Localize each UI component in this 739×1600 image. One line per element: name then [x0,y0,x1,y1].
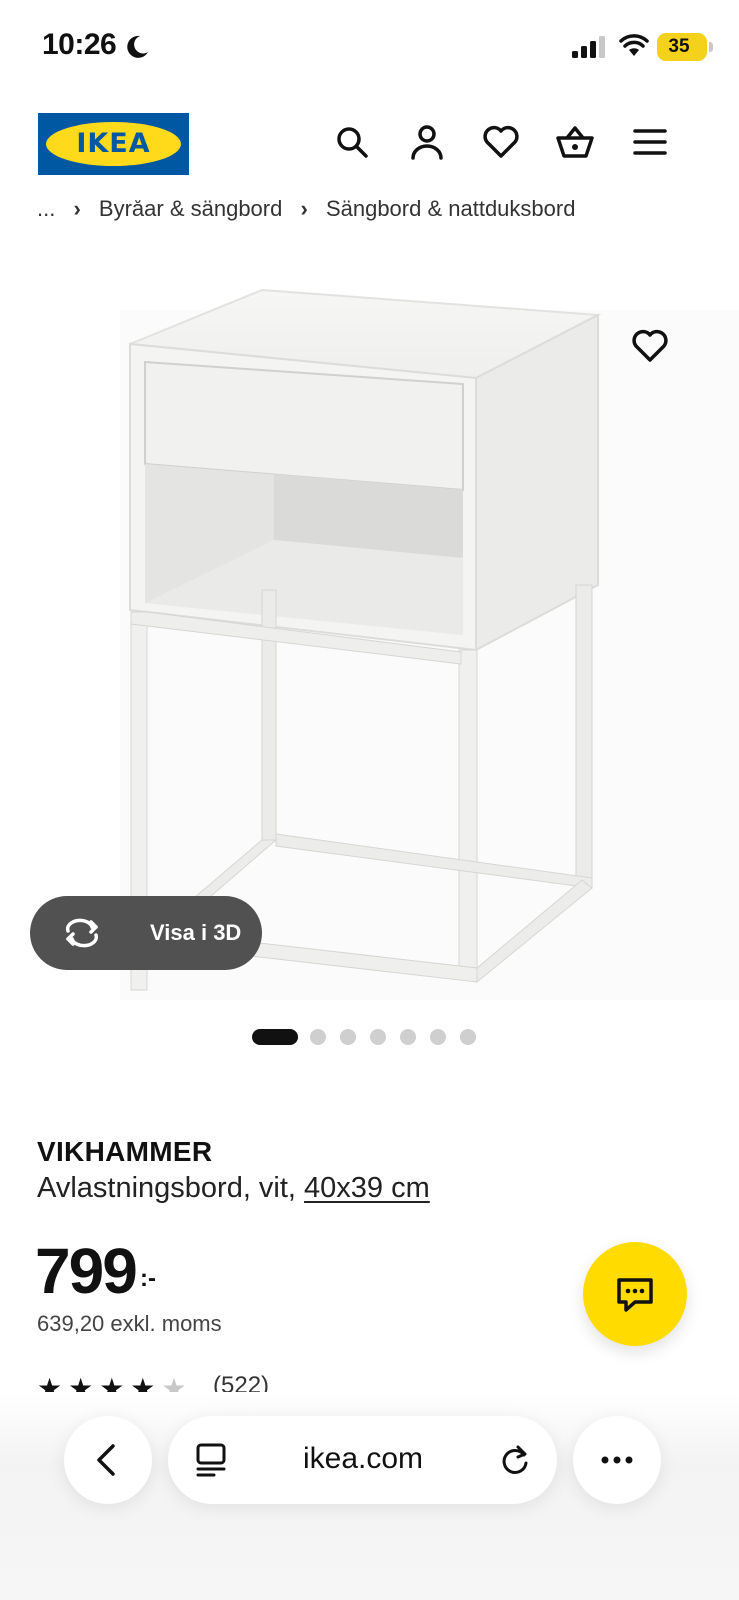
chat-bubble-icon [617,1278,653,1312]
chat-button[interactable] [583,1242,687,1346]
product-price: 799 [35,1235,138,1307]
cellular-signal-icon [572,36,605,58]
add-to-favorites-button[interactable] [630,326,670,366]
rating-row[interactable]: ★★★★★ (522) [37,1370,437,1392]
status-time: 10:26 [42,28,117,61]
price-suffix: :- [140,1265,156,1292]
carousel-dot[interactable] [340,1029,356,1045]
carousel-dot[interactable] [310,1029,326,1045]
browser-back-button[interactable] [64,1416,152,1504]
heart-icon [632,329,668,362]
page-menu-icon[interactable] [194,1442,228,1478]
product-type: Avlastningsbord, vit, [37,1172,305,1204]
breadcrumb-item-dressers[interactable]: Byråar & sängbord [99,200,282,222]
shopping-basket-icon[interactable] [555,122,595,162]
view-in-3d-button[interactable]: Visa i 3D [30,896,262,970]
wifi-icon [619,34,649,56]
view-in-3d-label: Visa i 3D [150,920,242,945]
review-count: (522) [213,1372,270,1392]
carousel-dot-active[interactable] [252,1029,298,1045]
product-name: VIKHAMMER [37,1136,213,1167]
chevron-right-icon: › [300,200,308,221]
carousel-dot[interactable] [430,1029,446,1045]
breadcrumb-ellipsis[interactable]: ... [37,200,55,222]
battery-level: 35 [668,36,690,57]
chevron-left-icon [97,1444,115,1476]
more-dots-icon [601,1456,633,1464]
product-size-link[interactable]: 40x39 cm [304,1172,430,1204]
star-rating-icon: ★★★★★ [37,1373,193,1392]
chevron-right-icon: › [73,200,81,221]
reload-icon[interactable] [498,1443,532,1477]
carousel-dot[interactable] [460,1029,476,1045]
carousel-dot[interactable] [370,1029,386,1045]
image-carousel-indicator [252,1029,492,1045]
menu-icon[interactable] [630,122,670,162]
rotate-3d-icon [65,918,99,948]
price-excluding-vat: 639,20 exkl. moms [37,1311,222,1336]
address-bar[interactable]: ikea.com [168,1416,557,1504]
account-icon[interactable] [407,122,447,162]
url-text: ikea.com [302,1442,424,1475]
moon-icon [127,35,148,58]
carousel-dot[interactable] [400,1029,416,1045]
product-description: Avlastningsbord, vit, 40x39 cm [37,1172,430,1205]
heart-icon[interactable] [481,122,521,162]
more-options-button[interactable] [573,1416,661,1504]
search-icon[interactable] [332,122,372,162]
logo-text: IKEA [76,128,151,159]
ikea-logo[interactable]: IKEA [38,113,189,175]
breadcrumb-item-bedside-tables[interactable]: Sängbord & nattduksbord [326,200,576,222]
battery-indicator: 35 [657,33,713,61]
breadcrumb: ... › Byråar & sängbord › Sängbord & nat… [37,200,717,230]
status-bar: 10:26 35 [0,0,739,92]
